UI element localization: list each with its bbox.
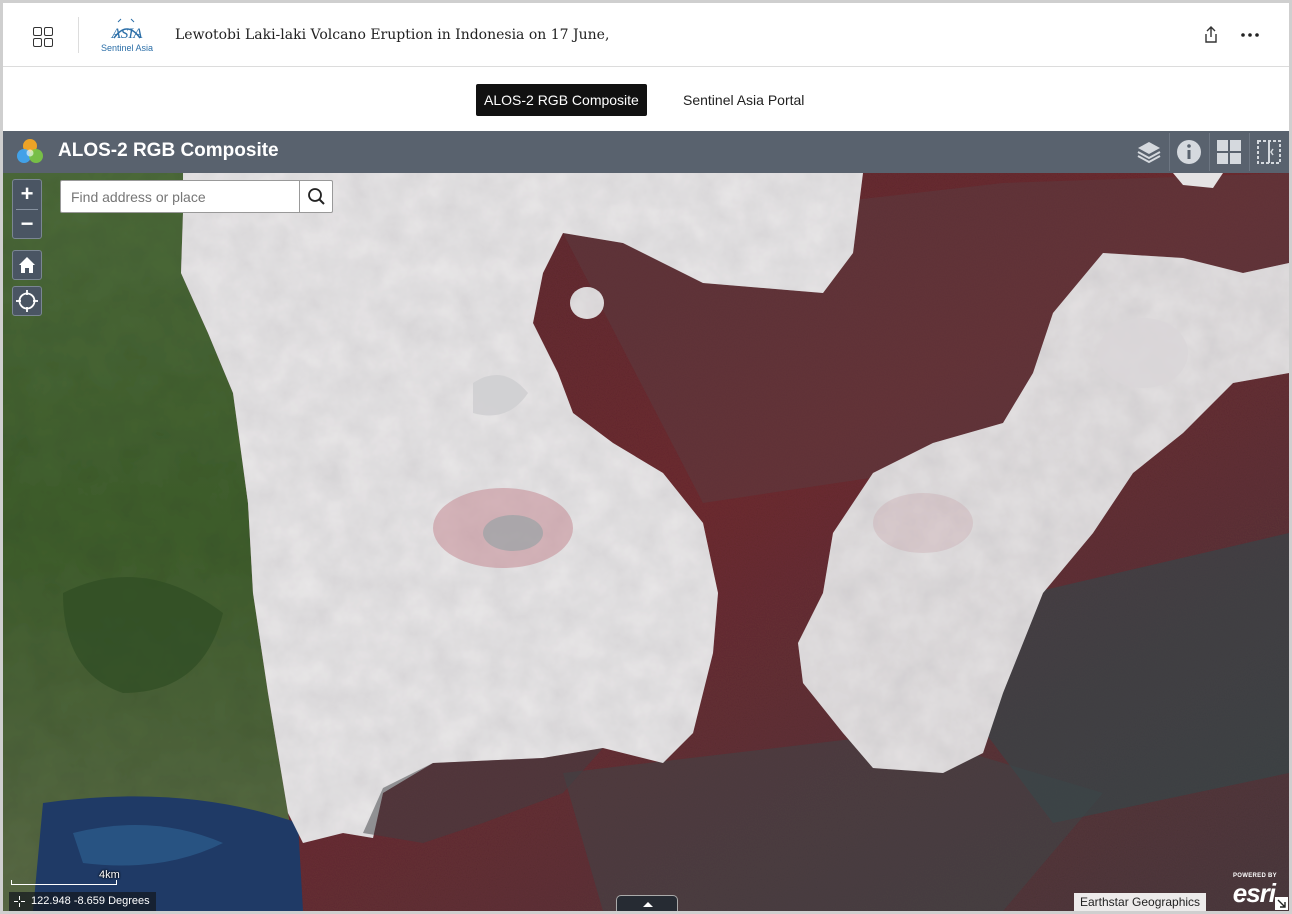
header-divider	[78, 17, 79, 53]
coordinate-readout[interactable]: 122.948 -8.659 Degrees	[9, 892, 156, 911]
map-app-logo-icon	[17, 139, 43, 163]
app-frame: ASIA Sentinel Asia Lewotobi Laki-laki Vo…	[3, 3, 1289, 911]
zoom-controls: + −	[12, 179, 42, 239]
tab-bar: ALOS-2 RGB Composite Sentinel Asia Porta…	[3, 68, 1289, 131]
search-icon[interactable]	[299, 181, 332, 212]
search-input[interactable]	[61, 181, 300, 212]
crosshair-icon	[14, 896, 25, 907]
app-title: Lewotobi Laki-laki Volcano Eruption in I…	[175, 27, 610, 43]
map-title: ALOS-2 RGB Composite	[58, 140, 279, 161]
more-icon[interactable]	[1239, 25, 1261, 45]
search-box	[60, 180, 333, 213]
esri-logo: POWERED BY esri	[1221, 873, 1281, 909]
grid-icon[interactable]	[1210, 133, 1248, 171]
sentinel-asia-logo: ASIA Sentinel Asia	[96, 16, 158, 56]
expand-panel-button[interactable]	[616, 895, 678, 911]
swipe-icon[interactable]	[1250, 133, 1288, 171]
map-attribution[interactable]: Earthstar Geographics	[1074, 893, 1207, 911]
satellite-imagery	[3, 173, 1289, 911]
coordinate-text: 122.948 -8.659 Degrees	[31, 895, 150, 907]
layers-icon[interactable]	[1130, 133, 1168, 171]
tab-alos2-rgb-composite[interactable]: ALOS-2 RGB Composite	[476, 84, 647, 116]
zoom-out-button[interactable]: −	[13, 210, 41, 239]
logo-caption: Sentinel Asia	[100, 43, 154, 53]
home-icon[interactable]	[12, 250, 42, 280]
scale-line	[11, 880, 117, 885]
resize-icon[interactable]	[1275, 897, 1288, 910]
caret-up-icon	[643, 902, 653, 907]
esri-wordmark: esri	[1232, 878, 1276, 908]
tab-sentinel-asia-portal[interactable]: Sentinel Asia Portal	[675, 84, 812, 116]
app-header: ASIA Sentinel Asia Lewotobi Laki-laki Vo…	[3, 3, 1289, 67]
map-view[interactable]: + − Find address or place 4km 122.948 -8…	[3, 173, 1289, 911]
zoom-in-button[interactable]: +	[13, 180, 41, 209]
locate-icon[interactable]	[12, 286, 42, 316]
logo-mark: ASIA	[111, 18, 144, 42]
map-header: ALOS-2 RGB Composite	[3, 131, 1289, 173]
logo-wordmark: ASIA	[111, 26, 144, 42]
info-icon[interactable]	[1170, 133, 1208, 171]
share-icon[interactable]	[1201, 25, 1221, 45]
scale-bar: 4km	[11, 869, 120, 891]
apps-grid-icon[interactable]	[29, 23, 55, 49]
